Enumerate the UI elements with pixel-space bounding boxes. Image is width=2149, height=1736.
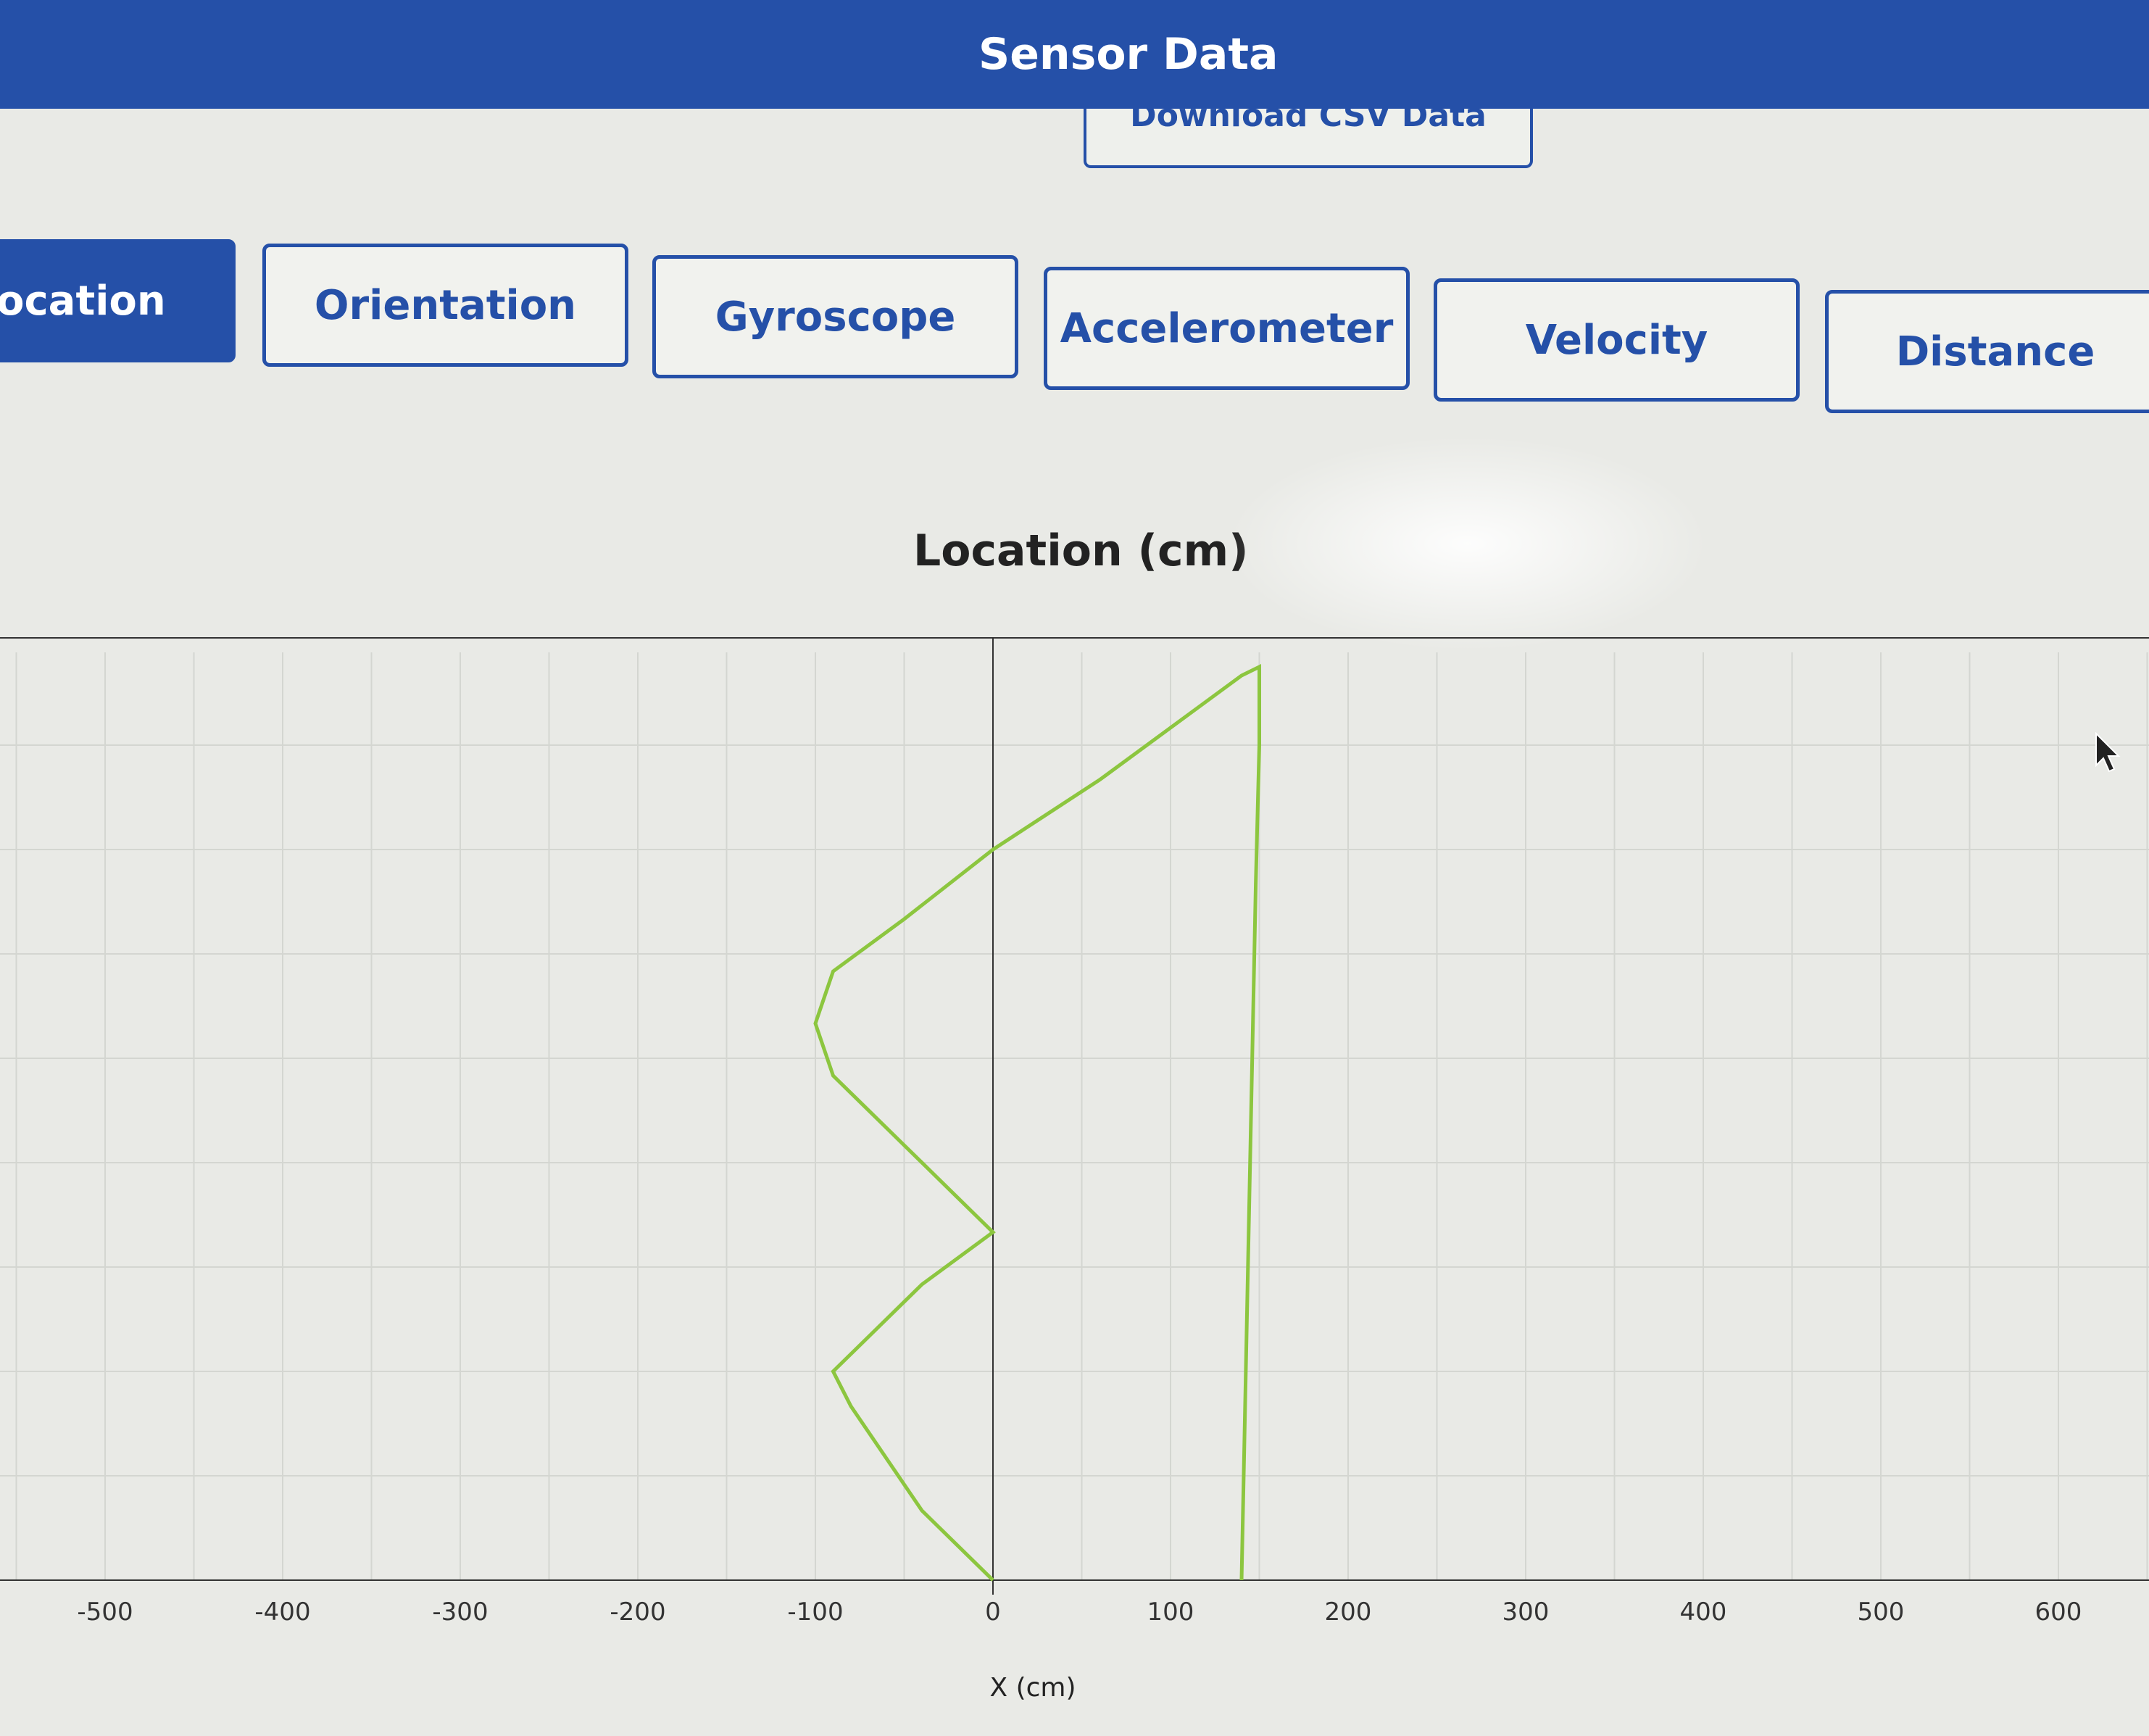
chart-axes bbox=[0, 637, 2149, 1595]
x-tick-label: 600 bbox=[2035, 1598, 2082, 1627]
x-tick-label: -500 bbox=[77, 1598, 133, 1627]
x-tick-label: -100 bbox=[787, 1598, 843, 1627]
series-line bbox=[813, 663, 1261, 1582]
location-chart: -500 -400 -300 -200 -100 0 100 200 300 400 500 600 … bbox=[0, 637, 2149, 1703]
x-tick-label: -200 bbox=[610, 1598, 665, 1627]
x-tick-label: 500 bbox=[1858, 1598, 1905, 1627]
x-tick-label: -300 bbox=[432, 1598, 488, 1627]
x-axis-label: X (cm) bbox=[989, 1673, 1076, 1703]
x-tick-label: 300 bbox=[1502, 1598, 1550, 1627]
x-tick-label: 0 bbox=[985, 1598, 1001, 1627]
x-tick-label: 200 bbox=[1325, 1598, 1372, 1627]
x-tick-label: 400 bbox=[1680, 1598, 1727, 1627]
x-tick-label: -400 bbox=[254, 1598, 310, 1627]
chart-tick-labels: -500 -400 -300 -200 -100 0 100 200 300 400 500 600 bbox=[77, 1598, 2082, 1627]
mouse-cursor-icon bbox=[2095, 732, 2121, 773]
x-tick-label: 100 bbox=[1147, 1598, 1194, 1627]
chart-grid bbox=[0, 652, 2149, 1581]
